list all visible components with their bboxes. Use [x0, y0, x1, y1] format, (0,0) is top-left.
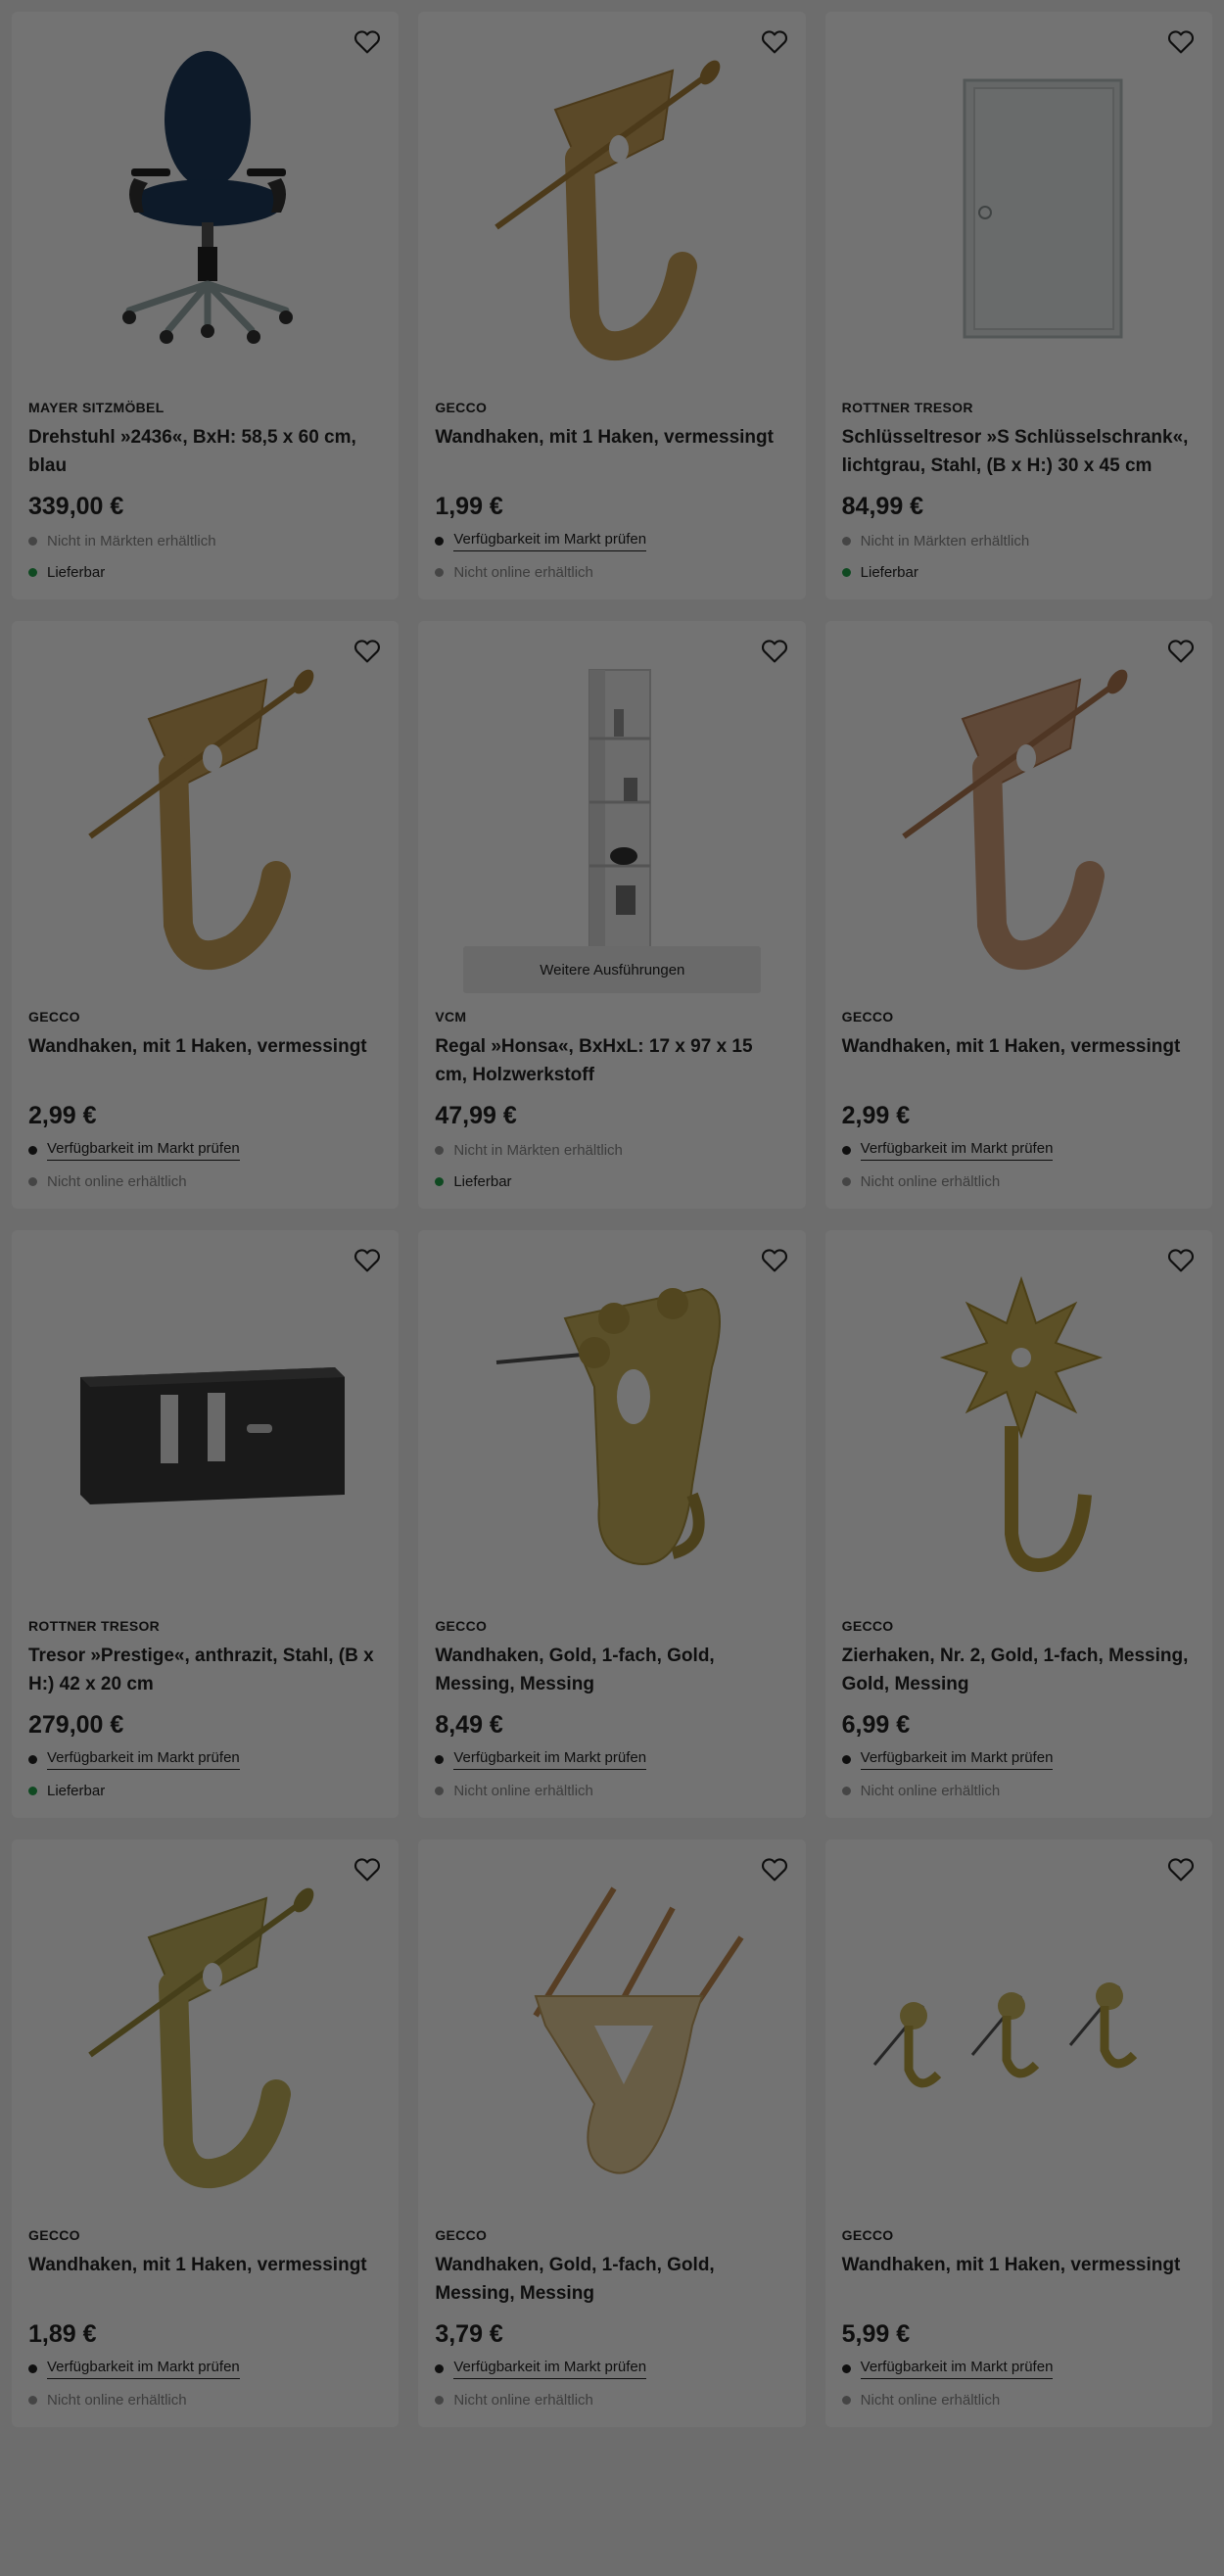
modal-backdrop-overlay[interactable] [0, 0, 1224, 2576]
